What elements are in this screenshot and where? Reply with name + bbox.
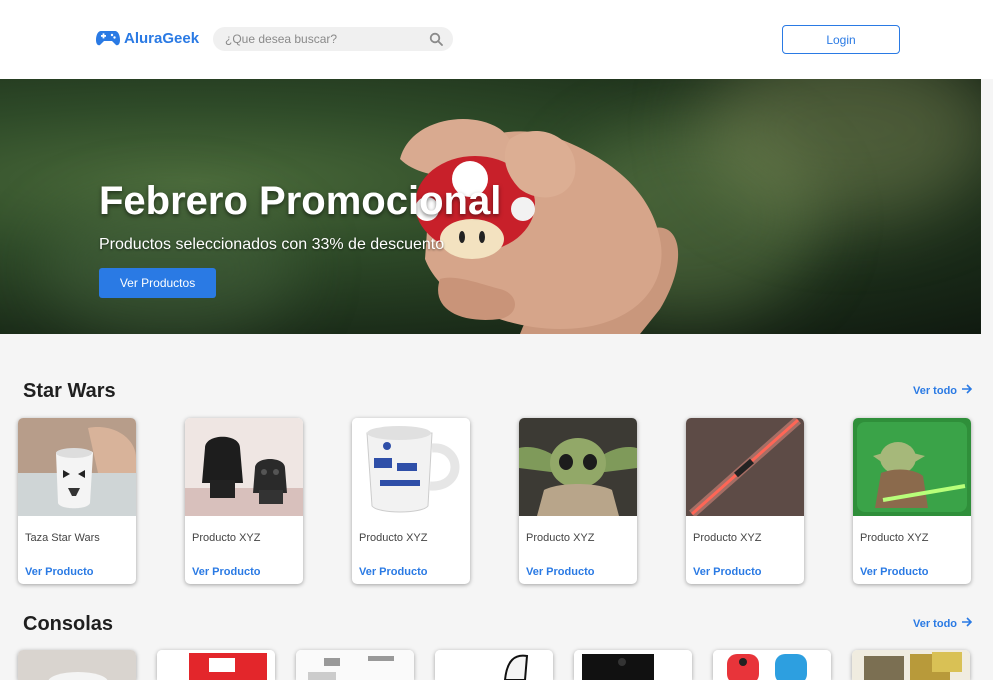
arrow-right-icon [961, 617, 973, 630]
gamepad-icon [96, 29, 120, 47]
logo-text: AluraGeek [124, 29, 200, 47]
logo[interactable]: AluraGeek [96, 29, 199, 47]
see-all-star-wars[interactable]: Ver todo [913, 384, 973, 397]
product-card-joy-con[interactable] [713, 650, 831, 680]
product-card-playstation-5[interactable] [435, 650, 553, 680]
search-icon[interactable] [429, 32, 443, 46]
product-card[interactable]: Producto XYZ Ver Producto [853, 418, 971, 584]
product-card-xbox-series-x[interactable] [574, 650, 692, 680]
arrow-right-icon [961, 384, 973, 397]
product-card[interactable]: Taza Star Wars Ver Producto [18, 418, 136, 584]
product-image-yoda-mousepad [853, 418, 971, 516]
see-product-link[interactable]: Ver Producto [693, 566, 761, 578]
see-product-link[interactable]: Ver Producto [192, 566, 260, 578]
hero-title: Febrero Promocional [99, 179, 502, 223]
product-card-nintendo-switch-box[interactable] [157, 650, 275, 680]
see-all-consolas[interactable]: Ver todo [913, 617, 973, 630]
see-products-button[interactable]: Ver Productos [99, 268, 216, 298]
search-bar [213, 27, 453, 51]
login-button[interactable]: Login [782, 25, 900, 54]
see-all-label: Ver todo [913, 617, 958, 630]
product-card-gameboy-cartridges[interactable] [852, 650, 970, 680]
see-product-link[interactable]: Ver Producto [860, 566, 928, 578]
see-product-link[interactable]: Ver Producto [25, 566, 93, 578]
product-name: Taza Star Wars [25, 532, 100, 544]
see-all-label: Ver todo [913, 384, 958, 397]
product-image-stormtrooper-mug [18, 418, 136, 516]
product-card-controller[interactable] [18, 650, 136, 680]
product-card-game-disk-diagram[interactable] [296, 650, 414, 680]
product-card[interactable]: Producto XYZ Ver Producto [352, 418, 470, 584]
see-product-link[interactable]: Ver Producto [359, 566, 427, 578]
product-name: Producto XYZ [860, 532, 929, 544]
see-product-link[interactable]: Ver Producto [526, 566, 594, 578]
product-image-r2d2-mug [352, 418, 470, 516]
search-input[interactable] [225, 31, 425, 47]
section-title-consolas: Consolas [23, 613, 114, 635]
product-image-lightsaber [686, 418, 804, 516]
hero-banner: Febrero Promocional Productos selecciona… [0, 79, 981, 334]
hero-subtitle: Productos seleccionados con 33% de descu… [99, 236, 445, 253]
product-name: Producto XYZ [693, 532, 762, 544]
product-name: Producto XYZ [526, 532, 595, 544]
product-image-darth-vader-lego [185, 418, 303, 516]
product-image-baby-yoda [519, 418, 637, 516]
product-card[interactable]: Producto XYZ Ver Producto [519, 418, 637, 584]
site-header: AluraGeek Login [0, 0, 993, 79]
section-title-star-wars: Star Wars [23, 380, 116, 402]
product-card[interactable]: Producto XYZ Ver Producto [185, 418, 303, 584]
product-card[interactable]: Producto XYZ Ver Producto [686, 418, 804, 584]
product-name: Producto XYZ [359, 532, 428, 544]
product-name: Producto XYZ [192, 532, 261, 544]
